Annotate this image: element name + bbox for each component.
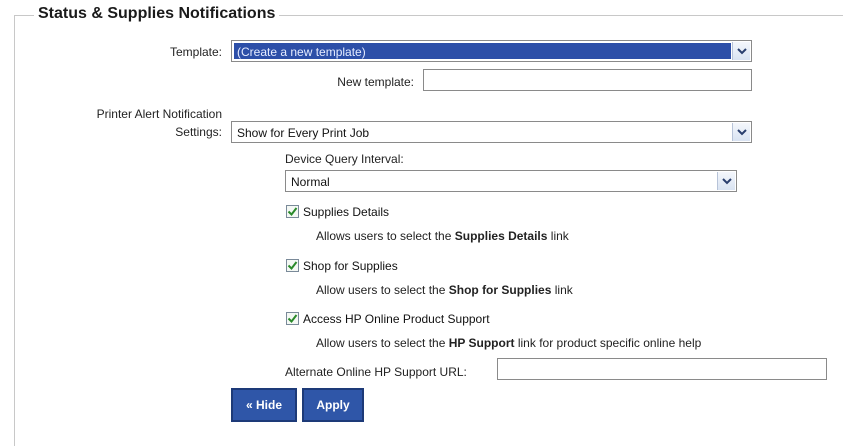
template-label: Template: <box>169 45 222 59</box>
apply-button[interactable]: Apply <box>302 388 364 422</box>
check-icon <box>287 261 298 271</box>
template-select-value: (Create a new template) <box>237 45 366 59</box>
shop-for-supplies-label: Shop for Supplies <box>303 259 398 273</box>
chevron-down-icon[interactable] <box>732 42 750 60</box>
supplies-details-label: Supplies Details <box>303 205 390 219</box>
hp-online-support-checkbox[interactable] <box>286 312 299 325</box>
hp-online-support-label: Access HP Online Product Support <box>303 312 490 326</box>
device-query-label: Device Query Interval: <box>285 152 404 166</box>
alternate-url-label: Alternate Online HP Support URL: <box>285 365 467 379</box>
printer-alert-select-value: Show for Every Print Job <box>237 126 370 140</box>
alternate-url-input[interactable] <box>497 358 827 380</box>
printer-alert-label-line1: Printer Alert Notification <box>96 107 222 121</box>
device-query-select-value: Normal <box>291 175 330 189</box>
supplies-details-checkbox[interactable] <box>286 205 299 218</box>
check-icon <box>287 314 298 324</box>
printer-alert-label-line2: Settings: <box>175 125 222 139</box>
hide-button[interactable]: « Hide <box>231 388 297 422</box>
chevron-down-icon[interactable] <box>732 123 750 141</box>
new-template-label: New template: <box>337 75 414 89</box>
device-query-select[interactable]: Normal <box>285 170 737 192</box>
fieldset-border-left <box>14 15 15 446</box>
shop-for-supplies-checkbox[interactable] <box>286 259 299 272</box>
chevron-down-icon[interactable] <box>717 172 735 190</box>
section-title: Status & Supplies Notifications <box>34 5 280 23</box>
new-template-input[interactable] <box>423 69 752 91</box>
shop-for-supplies-description: Allow users to select the Shop for Suppl… <box>316 283 573 297</box>
check-icon <box>287 207 298 217</box>
template-select[interactable]: (Create a new template) <box>231 40 752 62</box>
supplies-details-description: Allows users to select the Supplies Deta… <box>316 229 569 243</box>
printer-alert-select[interactable]: Show for Every Print Job <box>231 121 752 143</box>
hp-online-support-description: Allow users to select the HP Support lin… <box>316 336 702 350</box>
